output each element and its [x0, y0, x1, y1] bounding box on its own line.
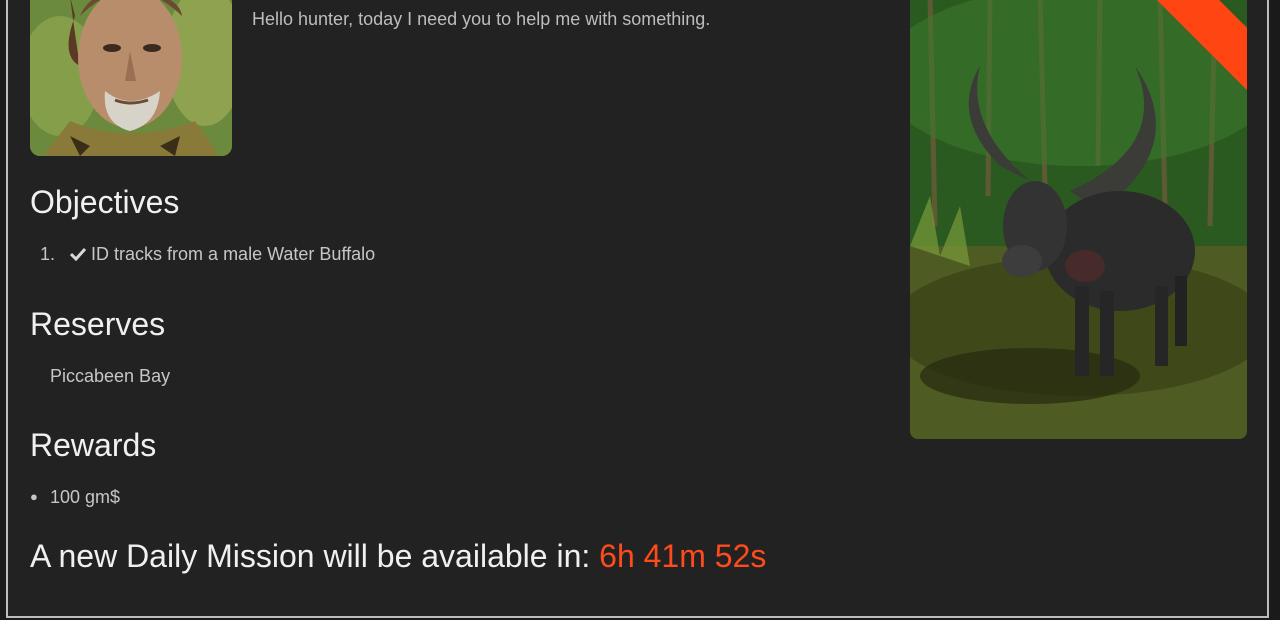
bullet-icon: ● [30, 489, 38, 504]
reserve-name: Piccabeen Bay [50, 366, 171, 386]
objective-item: 1. ID tracks from a male Water Buffalo [40, 244, 375, 265]
countdown-label: A new Daily Mission will be available in… [30, 538, 591, 574]
objective-text: ID tracks from a male Water Buffalo [91, 244, 376, 264]
daily-mission-countdown: A new Daily Mission will be available in… [30, 538, 766, 575]
portrait-illustration [30, 0, 232, 156]
water-buffalo-illustration [910, 0, 1247, 439]
rewards-heading: Rewards [30, 427, 157, 463]
hunter-guide-portrait [30, 0, 232, 156]
reward-item: ● 100 gm$ [30, 487, 120, 508]
reserves-heading: Reserves [30, 306, 166, 342]
mission-greeting: Hello hunter, today I need you to help m… [252, 9, 711, 29]
countdown-timer: 6h 41m 52s [599, 538, 767, 574]
objective-number: 1. [40, 244, 56, 264]
reward-text: 100 gm$ [50, 487, 121, 507]
checkmark-icon [69, 244, 91, 264]
water-buffalo-image: ed [910, 0, 1247, 439]
objectives-heading: Objectives [30, 184, 180, 220]
